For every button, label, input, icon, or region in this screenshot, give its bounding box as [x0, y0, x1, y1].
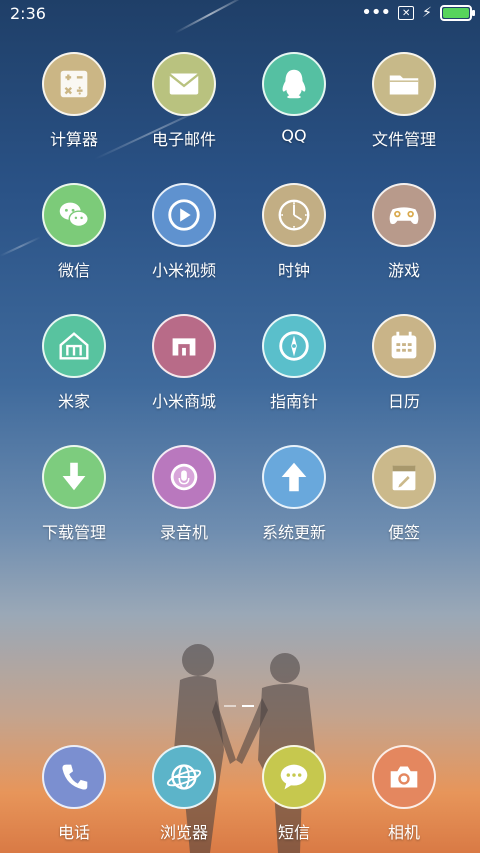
app-wechat[interactable]: 微信	[19, 183, 129, 314]
app-label: 时钟	[277, 261, 310, 280]
status-clock: 2:36	[10, 4, 46, 23]
app-label: QQ	[281, 126, 307, 145]
app-email[interactable]: 电子邮件	[129, 52, 239, 183]
app-label: 录音机	[159, 523, 208, 542]
app-recorder[interactable]: 录音机	[129, 445, 239, 576]
battery-icon	[440, 5, 475, 21]
page-dot[interactable]	[224, 705, 236, 707]
app-mi-store[interactable]: 小米商城	[129, 314, 239, 445]
app-games[interactable]: 游戏	[349, 183, 459, 314]
dock-phone[interactable]: 电话	[19, 745, 129, 843]
camera-icon	[372, 745, 436, 809]
battery-level-fill	[443, 8, 469, 18]
app-label: 文件管理	[371, 130, 436, 149]
page-indicator[interactable]	[224, 705, 254, 707]
app-label: 小米视频	[151, 261, 216, 280]
status-bar: 2:36 ••• ✕ ⚡	[0, 0, 480, 28]
dock-browser[interactable]: 浏览器	[129, 745, 239, 843]
page-dot-active[interactable]	[242, 705, 254, 707]
app-mi-home[interactable]: 米家	[19, 314, 129, 445]
update-arrow-icon	[262, 445, 326, 509]
download-icon	[42, 445, 106, 509]
app-grid: 计算器 电子邮件 QQ 文件管理 微信 小米视频 时钟 游戏 米家 小米商城 指…	[19, 52, 461, 576]
wechat-icon	[42, 183, 106, 247]
app-label: 系统更新	[261, 523, 326, 542]
no-sim-icon: ✕	[398, 6, 415, 20]
app-system-update[interactable]: 系统更新	[239, 445, 349, 576]
app-label: 电话	[57, 823, 90, 842]
status-icons: ••• ✕ ⚡	[361, 2, 475, 23]
app-label: 相机	[387, 823, 420, 842]
app-label: 便签	[387, 523, 420, 542]
app-qq[interactable]: QQ	[239, 52, 349, 183]
notes-icon	[372, 445, 436, 509]
dock-messages[interactable]: 短信	[239, 745, 349, 843]
app-label: 日历	[387, 392, 420, 411]
qq-penguin-icon	[262, 52, 326, 116]
folder-icon	[372, 52, 436, 116]
mail-icon	[152, 52, 216, 116]
app-label: 短信	[277, 823, 310, 842]
app-label: 游戏	[387, 261, 420, 280]
browser-globe-icon	[152, 745, 216, 809]
dock: 电话 浏览器 短信 相机	[19, 745, 461, 843]
mi-store-icon	[152, 314, 216, 378]
app-label: 米家	[57, 392, 90, 411]
app-clock[interactable]: 时钟	[239, 183, 349, 314]
gamepad-icon	[372, 183, 436, 247]
phone-icon	[42, 745, 106, 809]
app-label: 小米商城	[151, 392, 216, 411]
app-file-manager[interactable]: 文件管理	[349, 52, 459, 183]
app-notes[interactable]: 便签	[349, 445, 459, 576]
clock-icon	[262, 183, 326, 247]
calendar-icon	[372, 314, 436, 378]
calculator-icon	[42, 52, 106, 116]
app-downloads[interactable]: 下载管理	[19, 445, 129, 576]
compass-icon	[262, 314, 326, 378]
recorder-icon	[152, 445, 216, 509]
home-icon	[42, 314, 106, 378]
dock-camera[interactable]: 相机	[349, 745, 459, 843]
app-label: 下载管理	[41, 523, 106, 542]
app-label: 浏览器	[159, 823, 208, 842]
app-calendar[interactable]: 日历	[349, 314, 459, 445]
app-label: 微信	[57, 261, 90, 280]
app-label: 指南针	[269, 392, 318, 411]
app-mi-video[interactable]: 小米视频	[129, 183, 239, 314]
more-notifications-icon: •••	[361, 2, 391, 23]
message-icon	[262, 745, 326, 809]
app-compass[interactable]: 指南针	[239, 314, 349, 445]
app-label: 电子邮件	[151, 130, 216, 149]
charging-icon: ⚡	[422, 5, 432, 21]
app-label: 计算器	[49, 130, 98, 149]
app-calculator[interactable]: 计算器	[19, 52, 129, 183]
play-icon	[152, 183, 216, 247]
